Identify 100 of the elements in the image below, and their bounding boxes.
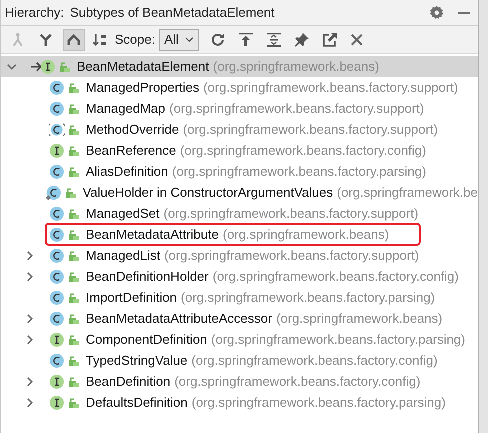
package-name: (org.springframework.beans.factory.support) bbox=[203, 78, 458, 97]
inner-class-icon bbox=[46, 184, 62, 200]
type-name: BeanReference bbox=[86, 142, 176, 160]
type-name: BeanMetadataAttribute bbox=[86, 226, 219, 244]
class-icon bbox=[49, 290, 65, 306]
type-name: BeanDefinitionHolder bbox=[86, 268, 209, 286]
tree-row[interactable]: ManagedMap (org.springframework.beans.factory.support) bbox=[1, 98, 478, 119]
type-name: ManagedMap bbox=[86, 100, 166, 118]
access-icon bbox=[69, 250, 79, 260]
class-icon bbox=[49, 80, 65, 96]
package-name: (org.springframework.beans.factory.config) bbox=[192, 352, 438, 370]
type-name: ManagedList bbox=[86, 246, 160, 265]
expand-chevron-icon[interactable] bbox=[25, 272, 35, 282]
package-name: (org.springframework.beans.factory.parsing) bbox=[172, 162, 426, 181]
collapse-chevron-icon[interactable] bbox=[7, 62, 17, 72]
package-name: (org.springframework.beans.factory.config) bbox=[180, 142, 426, 160]
tree-row[interactable]: BeanReference (org.springframework.beans.factory.config) bbox=[1, 140, 478, 161]
minimize-icon[interactable] bbox=[458, 12, 470, 14]
tree-row[interactable]: BeanDefinition (org.springframework.beans.factory.config) bbox=[1, 371, 478, 392]
package-name: (org.springframework.beans.factory.parsing) bbox=[181, 288, 436, 307]
type-name: AliasDefinition bbox=[86, 162, 168, 181]
type-name: DefaultsDefinition bbox=[86, 394, 188, 412]
type-name: TypedStringValue bbox=[86, 352, 188, 370]
type-name: ImportDefinition bbox=[86, 288, 178, 307]
package-name: (org.springframework.beans.factory.support) bbox=[170, 100, 424, 118]
tree-row[interactable]: ManagedList (org.springframework.beans.factory.support) bbox=[1, 245, 478, 266]
tree-row[interactable]: TypedStringValue (org.springframework.beans.factory.config) bbox=[1, 350, 478, 371]
tree-row[interactable]: BeanMetadataElement (org.springframework.beans) bbox=[1, 56, 478, 77]
type-name: ValueHolder in ConstructorArgumentValues bbox=[82, 184, 334, 202]
access-icon bbox=[69, 166, 79, 176]
type-name: BeanMetadataAttributeAccessor bbox=[86, 310, 272, 328]
class-icon bbox=[49, 248, 65, 264]
open-in-window-icon[interactable] bbox=[322, 32, 337, 46]
settings-icon[interactable] bbox=[430, 6, 444, 20]
package-name: (org.springframework.beans.factory.config) bbox=[174, 372, 421, 391]
caret-icon bbox=[184, 36, 194, 42]
interface-icon bbox=[49, 374, 65, 390]
tree-row[interactable]: DefaultsDefinition (org.springframework.beans.factory.parsing) bbox=[1, 392, 478, 413]
interface-icon bbox=[49, 142, 65, 158]
close-icon[interactable] bbox=[350, 34, 363, 46]
tree-row[interactable]: ImportDefinition (org.springframework.beans.factory.parsing) bbox=[1, 287, 478, 308]
expand-chevron-icon[interactable] bbox=[25, 376, 35, 386]
package-name: (org.springframework.be bbox=[337, 184, 478, 202]
package-name: (org.springframework.beans.factory.support) bbox=[164, 204, 419, 223]
class-icon bbox=[49, 164, 65, 180]
abstract-class-icon bbox=[49, 122, 65, 138]
access-icon bbox=[69, 146, 79, 156]
tree-row[interactable]: BeanDefinitionHolder (org.springframework.beans.factory.config) bbox=[1, 266, 478, 287]
panel-label: Hierarchy: bbox=[5, 4, 64, 22]
access-icon bbox=[69, 104, 79, 114]
hierarchy-icon bbox=[67, 32, 81, 46]
type-name: ManagedProperties bbox=[86, 78, 200, 97]
access-icon bbox=[69, 124, 79, 134]
access-icon bbox=[69, 314, 79, 324]
base-type-arrow-icon bbox=[31, 62, 43, 72]
expand-chevron-icon[interactable] bbox=[25, 250, 35, 260]
tree-row[interactable]: ComponentDefinition (org.springframework.beans.factory.parsing) bbox=[1, 329, 478, 350]
tree-row[interactable]: BeanMetadataAttributeAccessor (org.springframework.beans) bbox=[1, 308, 478, 329]
class-icon bbox=[49, 226, 65, 242]
tree-row[interactable]: ValueHolder in ConstructorArgumentValues (org.springframework.be bbox=[1, 182, 478, 203]
pin-icon[interactable] bbox=[294, 32, 309, 46]
expand-chevron-icon[interactable] bbox=[25, 398, 35, 408]
class-icon bbox=[49, 100, 65, 116]
scope-dropdown[interactable]: All bbox=[159, 28, 199, 50]
package-name: (org.springframework.beans.factory.support) bbox=[164, 246, 420, 265]
expand-chevron-icon[interactable] bbox=[25, 334, 35, 344]
access-icon bbox=[69, 334, 79, 344]
access-icon bbox=[69, 272, 79, 282]
type-name: ManagedSet bbox=[86, 204, 160, 223]
type-name: ComponentDefinition bbox=[86, 330, 208, 349]
tree-row[interactable]: BeanMetadataAttribute (org.springframework.beans) bbox=[1, 224, 478, 245]
package-name: (org.springframework.beans.factory.support) bbox=[183, 120, 438, 139]
subtypes-icon bbox=[39, 32, 53, 46]
access-icon bbox=[69, 230, 79, 240]
expand-chevron-icon[interactable] bbox=[25, 314, 35, 324]
package-name: (org.springframework.beans.factory.config) bbox=[212, 268, 459, 286]
class-icon bbox=[49, 268, 65, 284]
hierarchy-view-button[interactable] bbox=[63, 28, 85, 50]
type-name: BeanDefinition bbox=[86, 372, 171, 391]
interface-icon bbox=[40, 58, 56, 74]
sort-alphabetically-icon[interactable] bbox=[93, 32, 107, 46]
refresh-icon[interactable] bbox=[210, 32, 225, 46]
export-icon[interactable] bbox=[238, 32, 253, 46]
tree-row[interactable]: ManagedSet (org.springframework.beans.factory.support) bbox=[1, 203, 478, 224]
access-icon bbox=[66, 188, 76, 198]
class-icon bbox=[49, 310, 65, 326]
interface-icon bbox=[49, 394, 65, 410]
access-icon bbox=[69, 398, 79, 408]
package-name: (org.springframework.beans.factory.parsing) bbox=[192, 394, 446, 412]
interface-icon bbox=[49, 332, 65, 348]
supertypes-icon bbox=[11, 32, 25, 46]
panel-title: Subtypes of BeanMetadataElement bbox=[70, 4, 275, 22]
access-icon bbox=[69, 356, 79, 366]
type-name: BeanMetadataElement bbox=[77, 58, 210, 76]
expand-all-icon[interactable] bbox=[266, 32, 281, 46]
tree-row[interactable]: AliasDefinition (org.springframework.beans.factory.parsing) bbox=[1, 161, 478, 182]
tree-row[interactable]: MethodOverride (org.springframework.beans.factory.support) bbox=[1, 119, 478, 140]
access-icon bbox=[69, 376, 79, 386]
package-name: (org.springframework.beans) bbox=[213, 58, 380, 76]
tree-row[interactable]: ManagedProperties (org.springframework.beans.factory.support) bbox=[1, 77, 478, 98]
